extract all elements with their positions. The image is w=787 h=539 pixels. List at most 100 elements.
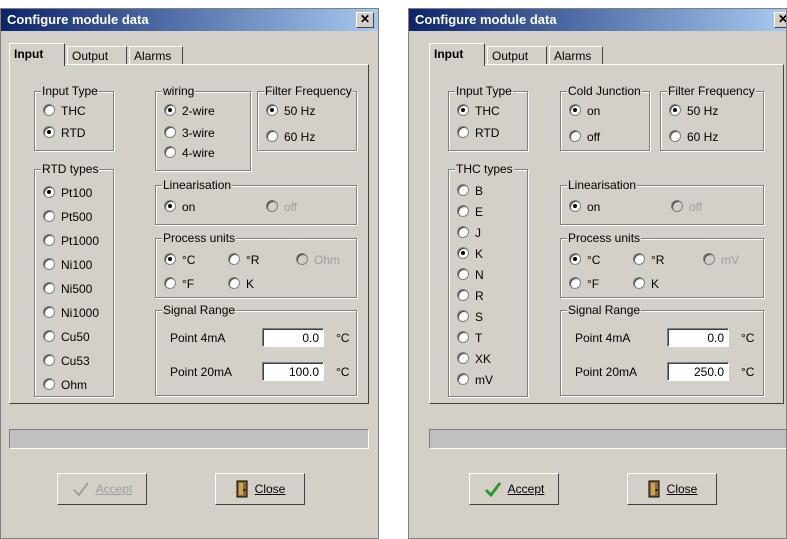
radio-button[interactable] (43, 258, 55, 270)
radio-button[interactable] (569, 277, 581, 289)
radio-60hz[interactable]: 60 Hz (669, 130, 718, 144)
radio-50hz[interactable]: 50 Hz (669, 104, 718, 118)
radio-button[interactable] (164, 277, 176, 289)
close-icon[interactable]: ✕ (774, 12, 786, 28)
radio-ohm[interactable]: Ohm (43, 378, 87, 392)
tab-input[interactable]: Input (9, 43, 65, 66)
radio-ni1000[interactable]: Ni1000 (43, 306, 99, 320)
close-icon[interactable]: ✕ (356, 12, 374, 28)
radio-button[interactable] (266, 104, 278, 116)
radio-cu53[interactable]: Cu53 (43, 354, 90, 368)
radio-button[interactable] (633, 277, 645, 289)
point-20ma-field[interactable]: 250.0 (667, 362, 729, 381)
radio-linearisation-on[interactable]: on (164, 200, 195, 214)
radio-cj-on[interactable]: on (569, 104, 600, 118)
radio-button[interactable] (457, 247, 469, 259)
radio-type-mv[interactable]: mV (457, 373, 493, 387)
radio-rtd[interactable]: RTD (43, 126, 85, 140)
radio-ni500[interactable]: Ni500 (43, 282, 92, 296)
tab-output[interactable]: Output (67, 46, 127, 65)
radio-button[interactable] (164, 126, 176, 138)
close-button[interactable]: Close (627, 473, 717, 505)
radio-button[interactable] (457, 268, 469, 280)
radio-unit-k[interactable]: K (228, 277, 254, 291)
tab-alarms[interactable]: Alarms (549, 46, 603, 65)
tab-alarms[interactable]: Alarms (129, 46, 183, 65)
radio-button[interactable] (669, 104, 681, 116)
radio-button[interactable] (569, 130, 581, 142)
radio-type-r[interactable]: R (457, 289, 484, 303)
radio-button[interactable] (457, 184, 469, 196)
radio-button[interactable] (43, 378, 55, 390)
radio-type-b[interactable]: B (457, 184, 483, 198)
radio-button[interactable] (43, 104, 55, 116)
close-button[interactable]: Close (215, 473, 305, 505)
radio-button[interactable] (633, 253, 645, 265)
radio-ni100[interactable]: Ni100 (43, 258, 92, 272)
point-4ma-field[interactable]: 0.0 (262, 328, 324, 347)
radio-type-e[interactable]: E (457, 205, 483, 219)
radio-pt100[interactable]: Pt100 (43, 186, 92, 200)
radio-button[interactable] (228, 277, 240, 289)
tab-input[interactable]: Input (429, 43, 485, 66)
radio-unit-r[interactable]: °R (228, 253, 259, 267)
radio-pt500[interactable]: Pt500 (43, 210, 92, 224)
radio-button[interactable] (228, 253, 240, 265)
radio-button[interactable] (457, 226, 469, 238)
radio-button[interactable] (457, 310, 469, 322)
radio-button[interactable] (457, 331, 469, 343)
accept-button[interactable]: Accept (469, 473, 559, 505)
radio-unit-f[interactable]: °F (164, 277, 194, 291)
radio-button[interactable] (457, 126, 469, 138)
radio-cj-off[interactable]: off (569, 130, 600, 144)
radio-button[interactable] (457, 104, 469, 116)
radio-button[interactable] (43, 330, 55, 342)
radio-pt1000[interactable]: Pt1000 (43, 234, 99, 248)
radio-button[interactable] (569, 200, 581, 212)
radio-button[interactable] (43, 126, 55, 138)
radio-unit-k[interactable]: K (633, 277, 659, 291)
radio-button[interactable] (457, 205, 469, 217)
radio-unit-r[interactable]: °R (633, 253, 664, 267)
radio-thc[interactable]: THC (43, 104, 86, 118)
radio-type-t[interactable]: T (457, 331, 482, 345)
point-4ma-field[interactable]: 0.0 (667, 328, 729, 347)
radio-button[interactable] (43, 306, 55, 318)
radio-unit-f[interactable]: °F (569, 277, 599, 291)
radio-button[interactable] (669, 130, 681, 142)
radio-type-j[interactable]: J (457, 226, 481, 240)
radio-type-k[interactable]: K (457, 247, 483, 261)
radio-button[interactable] (457, 352, 469, 364)
radio-50hz[interactable]: 50 Hz (266, 104, 315, 118)
radio-type-n[interactable]: N (457, 268, 484, 282)
radio-button[interactable] (43, 210, 55, 222)
radio-type-xk[interactable]: XK (457, 352, 491, 366)
radio-3-wire[interactable]: 3-wire (164, 126, 215, 140)
radio-4-wire[interactable]: 4-wire (164, 146, 215, 160)
radio-linearisation-on[interactable]: on (569, 200, 600, 214)
radio-button[interactable] (164, 200, 176, 212)
radio-button[interactable] (457, 373, 469, 385)
radio-button[interactable] (266, 130, 278, 142)
radio-button[interactable] (43, 282, 55, 294)
radio-button[interactable] (569, 104, 581, 116)
radio-button[interactable] (164, 104, 176, 116)
radio-button[interactable] (164, 146, 176, 158)
radio-button[interactable] (569, 253, 581, 265)
radio-60hz[interactable]: 60 Hz (266, 130, 315, 144)
radio-rtd[interactable]: RTD (457, 126, 499, 140)
radio-unit-c[interactable]: °C (569, 253, 600, 267)
radio-2-wire[interactable]: 2-wire (164, 104, 215, 118)
tab-output[interactable]: Output (487, 46, 547, 65)
radio-button[interactable] (43, 186, 55, 198)
radio-type-s[interactable]: S (457, 310, 483, 324)
dialog-configure-module-right: Configure module data ✕ Input Output Ala… (408, 8, 787, 539)
radio-button[interactable] (43, 354, 55, 366)
point-20ma-field[interactable]: 100.0 (262, 362, 324, 381)
radio-button[interactable] (164, 253, 176, 265)
radio-cu50[interactable]: Cu50 (43, 330, 90, 344)
radio-thc[interactable]: THC (457, 104, 500, 118)
radio-button[interactable] (457, 289, 469, 301)
radio-unit-c[interactable]: °C (164, 253, 195, 267)
radio-button[interactable] (43, 234, 55, 246)
